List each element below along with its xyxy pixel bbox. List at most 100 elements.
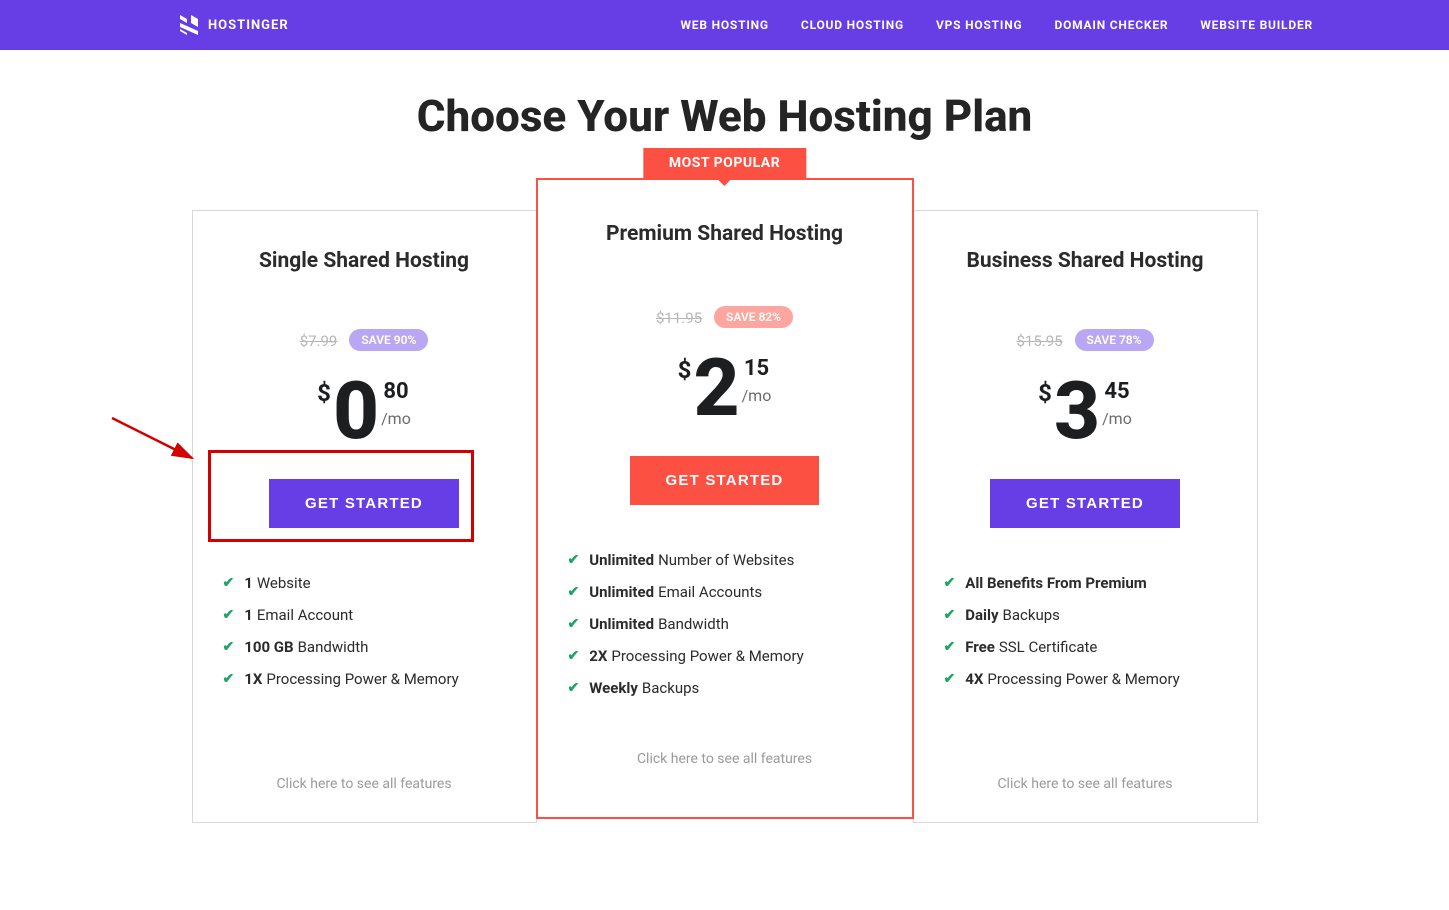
save-badge: SAVE 90% — [349, 329, 428, 351]
feature-bold: Weekly — [589, 679, 638, 697]
price-cents: 15 — [742, 358, 772, 380]
feature-text: Bandwidth — [298, 638, 369, 656]
feature-bold: Unlimited — [589, 615, 654, 633]
nav-label: DOMAIN CHECKER — [1054, 18, 1168, 32]
check-icon: ✔ — [568, 648, 580, 664]
feature-bold: 1X — [244, 670, 262, 688]
feature-item: ✔UnlimitedNumber of Websites — [568, 551, 882, 569]
nav-web-hosting[interactable]: WEB HOSTING — [665, 0, 785, 50]
price: $ 2 15 /mo — [568, 348, 882, 428]
nav-website-builder[interactable]: WEBSITE BUILDER — [1184, 0, 1329, 50]
plan-single: Single Shared Hosting $7.99 SAVE 90% $ 0… — [192, 210, 537, 823]
check-icon: ✔ — [223, 607, 235, 623]
feature-item: ✔ FreeSSL Certificate — [944, 638, 1227, 656]
hostinger-logo-icon — [180, 15, 198, 35]
feature-item: ✔4XProcessing Power & Memory — [944, 670, 1227, 688]
price-cents: 45 — [1102, 381, 1132, 403]
nav-cloud-hosting[interactable]: ON SALE CLOUD HOSTING — [785, 0, 920, 50]
feature-item: ✔ All Benefits From Premium — [944, 574, 1227, 592]
feature-bold: Unlimited — [589, 583, 654, 601]
price: $ 0 80 /mo — [223, 371, 506, 451]
get-started-button[interactable]: GET STARTED — [630, 456, 820, 505]
most-popular-badge: MOST POPULAR — [643, 148, 806, 178]
plan-business: Business Shared Hosting $15.95 SAVE 78% … — [913, 210, 1258, 823]
plan-premium: MOST POPULAR Premium Shared Hosting $11.… — [536, 178, 914, 819]
feature-bold: 100 GB — [244, 638, 293, 656]
feature-text: Email Account — [257, 606, 353, 624]
feature-item: ✔ UnlimitedBandwidth — [568, 615, 882, 633]
nav-vps-hosting[interactable]: VPS HOSTING — [920, 0, 1038, 50]
feature-bold: Unlimited — [589, 551, 654, 569]
plan-name: Single Shared Hosting — [223, 249, 506, 273]
check-icon: ✔ — [568, 680, 580, 696]
nav-label: CLOUD HOSTING — [801, 18, 904, 32]
price-cents: 80 — [381, 381, 411, 403]
check-icon: ✔ — [223, 575, 235, 591]
page-title: Choose Your Web Hosting Plan — [0, 90, 1449, 142]
feature-list: ✔ All Benefits From Premium ✔ Daily Backups… — [944, 574, 1227, 688]
plan-name: Premium Shared Hosting — [568, 222, 882, 246]
feature-text: SSL Certificate — [999, 638, 1098, 656]
get-started-button[interactable]: GET STARTED — [990, 479, 1180, 528]
feature-bold: 4X — [965, 670, 983, 688]
feature-item: ✔ 2XProcessing Power & Memory — [568, 647, 882, 665]
see-all-features-link[interactable]: Click here to see all features — [944, 776, 1227, 792]
price-per: /mo — [381, 411, 411, 427]
currency: $ — [317, 381, 331, 405]
get-started-button[interactable]: GET STARTED — [269, 479, 459, 528]
pricing-plans: Single Shared Hosting $7.99 SAVE 90% $ 0… — [0, 210, 1449, 823]
feature-bold: 2X — [589, 647, 607, 665]
plan-name: Business Shared Hosting — [944, 249, 1227, 273]
feature-item: ✔ Daily Backups — [944, 606, 1227, 624]
check-icon: ✔ — [944, 575, 956, 591]
brand-logo[interactable]: HOSTINGER — [180, 15, 289, 35]
feature-text: Processing Power & Memory — [611, 647, 803, 665]
feature-item: ✔ 100 GB Bandwidth — [223, 638, 506, 656]
see-all-features-link[interactable]: Click here to see all features — [568, 751, 882, 767]
feature-bold: 1 — [244, 606, 253, 624]
price-dollars: 3 — [1054, 371, 1098, 451]
feature-bold: All Benefits From Premium — [965, 574, 1147, 592]
check-icon: ✔ — [944, 639, 956, 655]
save-badge: SAVE 82% — [714, 306, 793, 328]
feature-text: Number of Websites — [658, 551, 794, 569]
price-row: $11.95 SAVE 82% — [568, 306, 882, 328]
save-badge: SAVE 78% — [1075, 329, 1154, 351]
price-per: /mo — [742, 388, 772, 404]
header: HOSTINGER WEB HOSTING ON SALE CLOUD HOST… — [0, 0, 1449, 50]
price-dollars: 2 — [693, 348, 737, 428]
feature-bold: 1 — [244, 574, 253, 592]
see-all-features-link[interactable]: Click here to see all features — [223, 776, 506, 792]
price-per: /mo — [1102, 411, 1132, 427]
feature-item: ✔1Website — [223, 574, 506, 592]
old-price: $15.95 — [1016, 332, 1062, 350]
feature-text: Backups — [1003, 606, 1060, 624]
on-sale-badge: ON SALE — [785, 0, 920, 4]
brand-text: HOSTINGER — [208, 18, 289, 33]
price-dollars: 0 — [333, 371, 377, 451]
feature-bold: Daily — [965, 606, 998, 624]
check-icon: ✔ — [223, 639, 235, 655]
check-icon: ✔ — [944, 607, 956, 623]
nav-domain-checker[interactable]: DOMAIN CHECKER — [1038, 0, 1184, 50]
old-price: $7.99 — [300, 332, 338, 350]
check-icon: ✔ — [944, 671, 956, 687]
feature-bold: Free — [965, 638, 995, 656]
check-icon: ✔ — [568, 616, 580, 632]
nav: WEB HOSTING ON SALE CLOUD HOSTING VPS HO… — [665, 0, 1330, 50]
currency: $ — [678, 358, 692, 382]
feature-item: ✔UnlimitedEmail Accounts — [568, 583, 882, 601]
price-row: $15.95 SAVE 78% — [944, 329, 1227, 351]
check-icon: ✔ — [223, 671, 235, 687]
feature-text: Bandwidth — [658, 615, 729, 633]
feature-item: ✔ WeeklyBackups — [568, 679, 882, 697]
old-price: $11.95 — [656, 309, 702, 327]
feature-list: ✔1Website ✔1Email Account ✔100 GBBandwid… — [223, 574, 506, 688]
price-row: $7.99 SAVE 90% — [223, 329, 506, 351]
feature-item: ✔1XProcessing Power & Memory — [223, 670, 506, 688]
feature-item: ✔ 1Email Account — [223, 606, 506, 624]
feature-list: ✔UnlimitedNumber of Websites ✔UnlimitedE… — [568, 551, 882, 697]
feature-text: Email Accounts — [658, 583, 762, 601]
nav-label: WEBSITE BUILDER — [1200, 18, 1313, 32]
feature-text: Backups — [642, 679, 699, 697]
